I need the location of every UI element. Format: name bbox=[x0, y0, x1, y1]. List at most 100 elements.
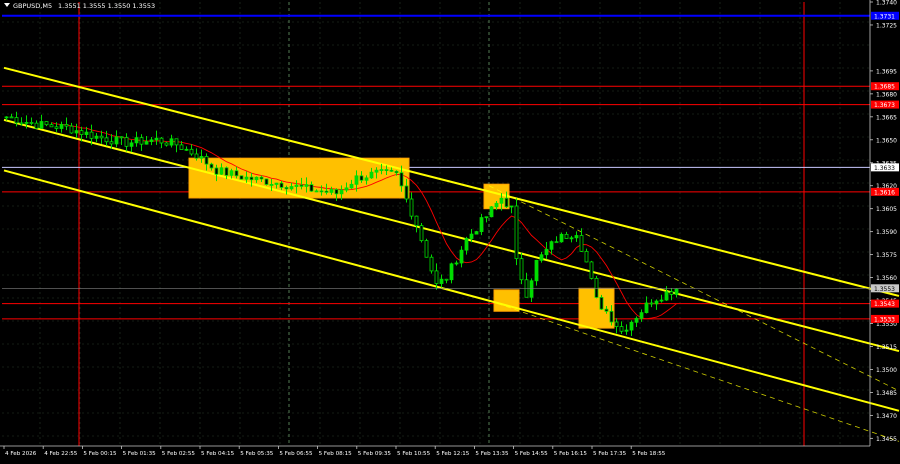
candle-body bbox=[139, 137, 144, 145]
candle-body bbox=[149, 139, 154, 142]
candle-body bbox=[289, 186, 294, 190]
price-tick-label: 1.3500 bbox=[876, 367, 897, 374]
candle-body bbox=[544, 248, 549, 256]
candle-body bbox=[539, 254, 544, 261]
price-tick-label: 1.3650 bbox=[876, 137, 897, 144]
candle-body bbox=[194, 153, 199, 159]
candle-body bbox=[529, 280, 534, 298]
candle-body bbox=[359, 175, 364, 181]
price-tick-label: 1.3590 bbox=[876, 229, 897, 236]
candle-body bbox=[354, 175, 359, 185]
time-tick-label: 5 Feb 14:55 bbox=[515, 451, 549, 457]
candle-body bbox=[309, 184, 314, 192]
price-badge-label: 1.3685 bbox=[874, 84, 895, 91]
price-tick-label: 1.3485 bbox=[876, 390, 897, 397]
price-tick-label: 1.3575 bbox=[876, 252, 897, 259]
candle-body bbox=[44, 121, 49, 126]
candle-body bbox=[449, 263, 454, 281]
candle-body bbox=[284, 187, 289, 190]
price-tick-label: 1.3695 bbox=[876, 68, 897, 75]
candle-body bbox=[159, 137, 164, 144]
candle-body bbox=[24, 122, 29, 124]
candle-body bbox=[119, 136, 124, 139]
candle-body bbox=[429, 256, 434, 272]
candle-body bbox=[454, 262, 459, 265]
current-price-label: 1.3553 bbox=[874, 286, 895, 293]
candle-body bbox=[629, 321, 634, 331]
time-tick-label: 5 Feb 12:15 bbox=[436, 451, 470, 457]
candle-body bbox=[399, 172, 404, 187]
candle-body bbox=[164, 142, 169, 146]
candle-body bbox=[264, 178, 269, 185]
candle-body bbox=[154, 137, 159, 141]
chart-canvas[interactable]: 1.3740 1.3725 1.3695 1.3680 1.3665 1.3650 1.36… bbox=[0, 0, 900, 460]
candle-body bbox=[414, 215, 419, 227]
price-badge-label: 1.3633 bbox=[874, 165, 895, 172]
candle-body bbox=[569, 237, 574, 240]
time-tick-label: 5 Feb 10:55 bbox=[397, 451, 431, 457]
time-tick-label: 4 Feb 22:55 bbox=[44, 451, 78, 457]
candle-body bbox=[554, 241, 559, 244]
price-tick-label: 1.3455 bbox=[876, 436, 897, 443]
chart-background bbox=[0, 0, 900, 460]
time-tick-label: 5 Feb 06:55 bbox=[279, 451, 313, 457]
candle-body bbox=[64, 124, 69, 127]
candle-body bbox=[4, 116, 9, 119]
candle-body bbox=[634, 317, 639, 323]
candle-body bbox=[279, 182, 284, 188]
candle-body bbox=[174, 138, 179, 146]
candle-body bbox=[229, 170, 234, 176]
candle-body bbox=[144, 141, 149, 145]
candle-body bbox=[649, 302, 654, 305]
candle-body bbox=[644, 302, 649, 314]
candle-body bbox=[339, 189, 344, 195]
time-tick-label: 5 Feb 13:35 bbox=[475, 451, 509, 457]
candle-body bbox=[134, 137, 139, 144]
time-tick-label: 5 Feb 05:35 bbox=[240, 451, 274, 457]
candle-body bbox=[244, 176, 249, 180]
time-tick-label: 5 Feb 08:15 bbox=[319, 451, 353, 457]
candle-body bbox=[564, 233, 569, 239]
candle-body bbox=[439, 278, 444, 284]
candle-body bbox=[329, 189, 334, 193]
time-tick-label: 5 Feb 04:15 bbox=[201, 451, 235, 457]
candle-body bbox=[504, 197, 509, 208]
candle-body bbox=[114, 136, 119, 145]
candle-body bbox=[559, 233, 564, 243]
candle-body bbox=[444, 278, 449, 281]
time-tick-label: 4 Feb 2026 bbox=[5, 451, 37, 457]
candle-body bbox=[239, 175, 244, 180]
candle-body bbox=[84, 131, 89, 135]
candle-body bbox=[344, 187, 349, 191]
candle-body bbox=[549, 241, 554, 250]
candle-body bbox=[349, 183, 354, 189]
price-tick-label: 1.3665 bbox=[876, 114, 897, 121]
candle-body bbox=[364, 177, 369, 181]
candle-body bbox=[259, 176, 264, 180]
candle-body bbox=[664, 291, 669, 301]
price-badge-label: 1.3616 bbox=[874, 189, 895, 196]
candle-body bbox=[304, 184, 309, 187]
candle-body bbox=[184, 148, 189, 151]
candle-body bbox=[29, 122, 34, 124]
candle-body bbox=[469, 233, 474, 239]
candle-body bbox=[99, 135, 104, 139]
time-tick-label: 5 Feb 02:55 bbox=[162, 451, 196, 457]
candle-body bbox=[124, 137, 129, 147]
price-badge-label: 1.3731 bbox=[874, 13, 895, 20]
candle-body bbox=[374, 169, 379, 173]
candle-body bbox=[659, 299, 664, 302]
candle-body bbox=[129, 142, 134, 147]
candle-body bbox=[189, 148, 194, 155]
candle-body bbox=[654, 300, 659, 305]
candle-body bbox=[209, 163, 214, 169]
candle-body bbox=[579, 235, 584, 252]
candle-body bbox=[74, 130, 79, 134]
candle-body bbox=[169, 138, 174, 146]
candle-body bbox=[474, 231, 479, 235]
candle-body bbox=[314, 190, 319, 193]
candle-body bbox=[234, 170, 239, 177]
time-tick-label: 5 Feb 01:35 bbox=[123, 451, 157, 457]
price-chart[interactable]: 1.3740 1.3725 1.3695 1.3680 1.3665 1.3650 1.36… bbox=[0, 0, 900, 460]
time-tick-label: 5 Feb 09:35 bbox=[358, 451, 392, 457]
